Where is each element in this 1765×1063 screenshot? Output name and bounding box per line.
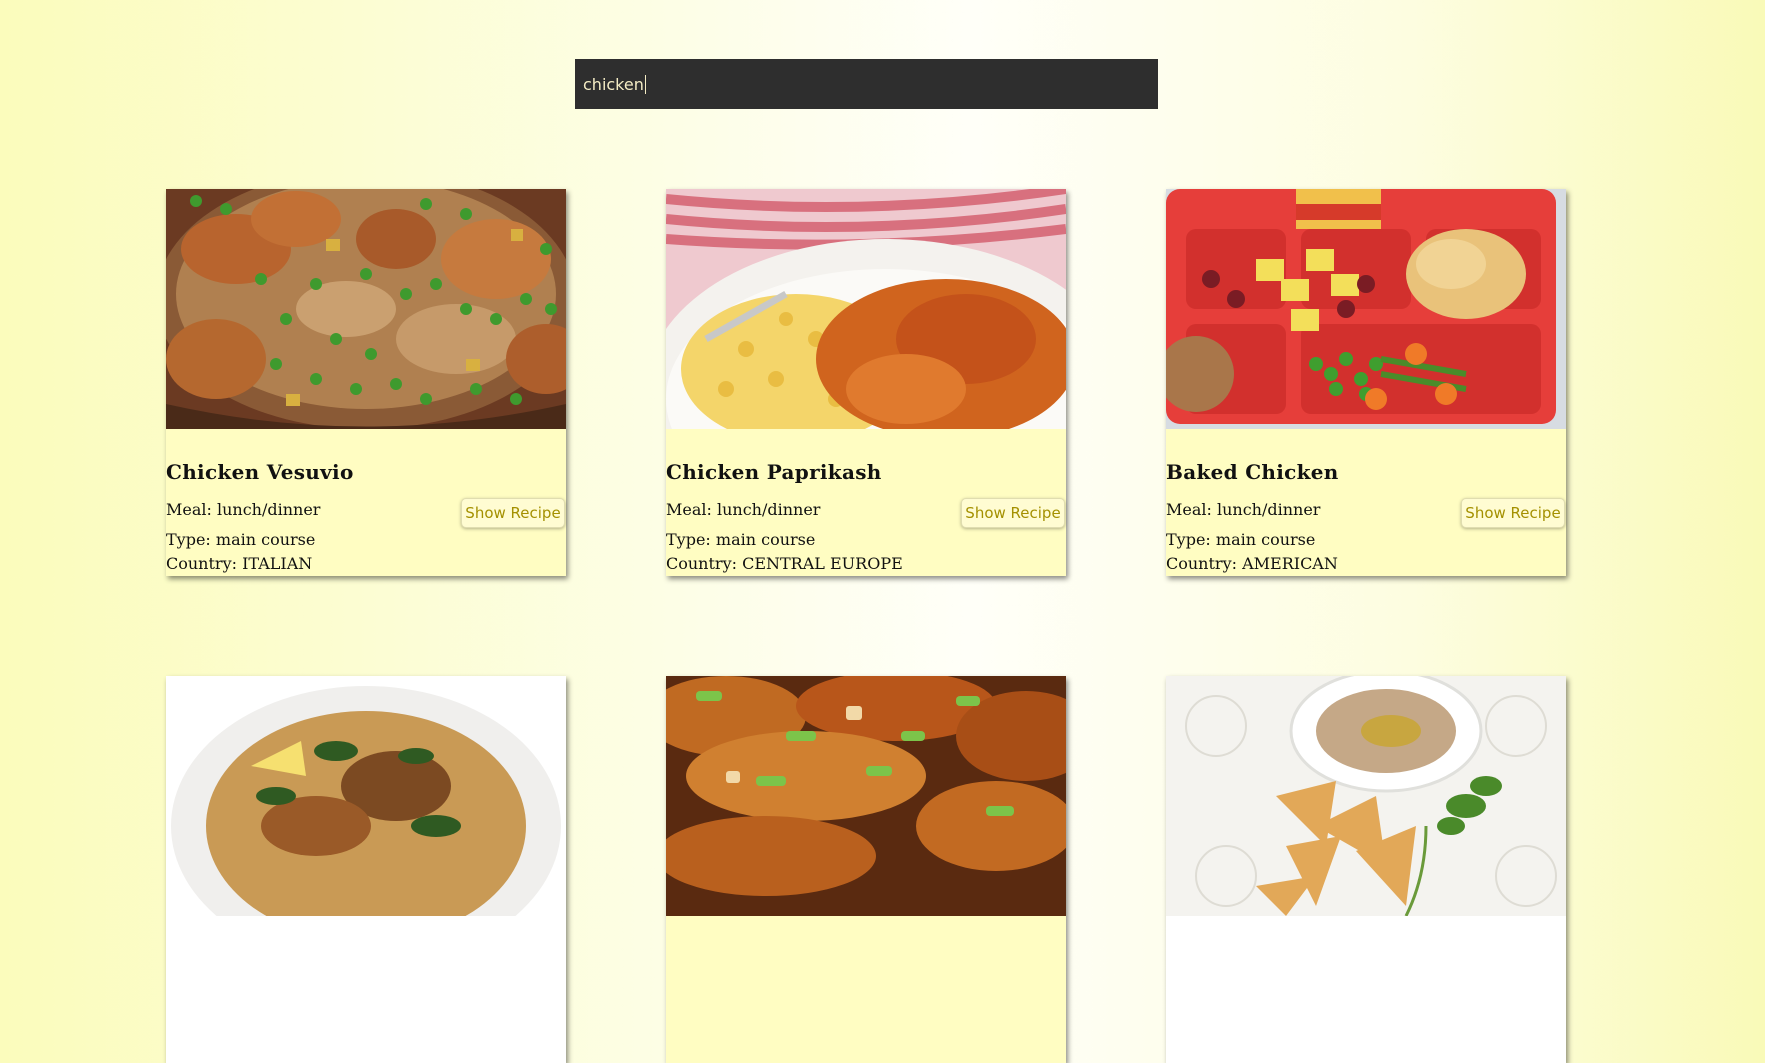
recipe-country: Country: AMERICAN <box>1166 554 1338 573</box>
text-caret <box>644 74 646 94</box>
recipe-title: Baked Chicken <box>1166 460 1339 484</box>
recipe-card: Chicken Vesuvio Meal: lunch/dinner Show … <box>166 189 566 576</box>
recipe-meal: Meal: lunch/dinner <box>1166 500 1321 519</box>
recipe-card <box>666 676 1066 1063</box>
recipe-image <box>1166 676 1566 916</box>
recipe-card <box>1166 676 1566 1063</box>
recipe-image <box>1166 189 1566 429</box>
show-recipe-button[interactable]: Show Recipe <box>961 498 1065 528</box>
recipe-country: Country: CENTRAL EUROPE <box>666 554 903 573</box>
recipe-image <box>666 189 1066 429</box>
recipe-type: Type: main course <box>1166 530 1316 549</box>
recipe-image <box>166 676 566 916</box>
show-recipe-button[interactable]: Show Recipe <box>1461 498 1565 528</box>
recipe-meal: Meal: lunch/dinner <box>666 500 821 519</box>
recipe-meal: Meal: lunch/dinner <box>166 500 321 519</box>
recipe-card <box>166 676 566 1063</box>
recipe-title: Chicken Vesuvio <box>166 460 354 484</box>
search-input[interactable]: chicken <box>575 59 1158 109</box>
recipe-image <box>166 189 566 429</box>
recipe-card: Baked Chicken Meal: lunch/dinner Show Re… <box>1166 189 1566 576</box>
recipe-image <box>666 676 1066 916</box>
recipe-country: Country: ITALIAN <box>166 554 313 573</box>
search-input-value: chicken <box>583 74 644 94</box>
recipe-card: Chicken Paprikash Meal: lunch/dinner Sho… <box>666 189 1066 576</box>
show-recipe-button[interactable]: Show Recipe <box>461 498 565 528</box>
recipe-title: Chicken Paprikash <box>666 460 882 484</box>
recipe-type: Type: main course <box>666 530 816 549</box>
recipe-type: Type: main course <box>166 530 316 549</box>
